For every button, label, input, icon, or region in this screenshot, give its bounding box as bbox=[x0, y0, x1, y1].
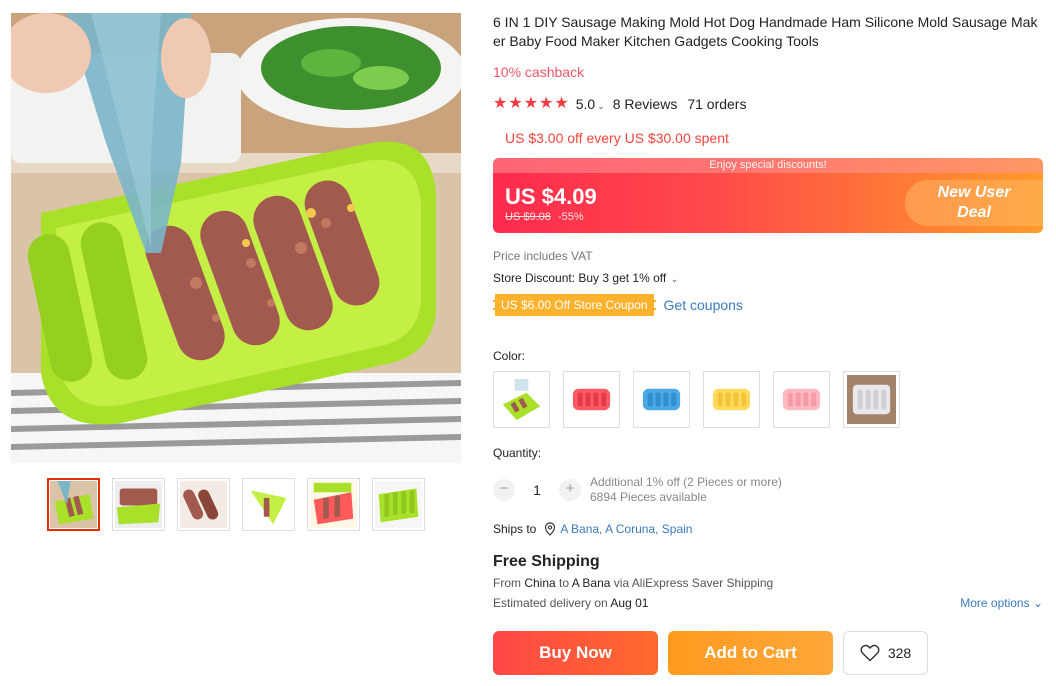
swatch-red[interactable] bbox=[563, 371, 620, 428]
price-banner: Enjoy special discounts! US $4.09 US $9.… bbox=[493, 158, 1043, 233]
color-swatches bbox=[493, 371, 900, 428]
star-icon: ★ bbox=[523, 95, 539, 112]
location-pin-icon bbox=[545, 522, 556, 536]
destination: A Bana bbox=[571, 576, 611, 590]
star-icon: ★ bbox=[508, 95, 523, 112]
star-icon: ★ bbox=[554, 95, 569, 112]
quantity-increase-button[interactable]: + bbox=[559, 479, 581, 501]
thumbnail-image bbox=[375, 481, 422, 528]
current-price: US $4.09 bbox=[505, 184, 597, 209]
shipping-location-link[interactable]: A Bana, A Coruna, Spain bbox=[560, 522, 692, 536]
chevron-down-icon: ⌄ bbox=[597, 101, 605, 111]
thumbnail-5[interactable] bbox=[307, 478, 360, 531]
orders-count: 71 orders bbox=[687, 96, 747, 112]
product-title: 6 IN 1 DIY Sausage Making Mold Hot Dog H… bbox=[493, 14, 1038, 49]
to-word: to bbox=[559, 576, 570, 590]
banner-caption: Enjoy special discounts! bbox=[493, 158, 1043, 173]
deal-line-1: New User bbox=[937, 184, 1011, 201]
rating-row: ★ ★ ★ ★ ★ 5.0 ⌄ 8 Reviews 71 orders bbox=[493, 96, 747, 113]
reviews-link[interactable]: 8 Reviews bbox=[613, 96, 678, 112]
quantity-decrease-button[interactable]: − bbox=[493, 479, 515, 501]
main-product-image[interactable] bbox=[11, 13, 461, 463]
estimated-delivery: Estimated delivery on Aug 01 bbox=[493, 596, 648, 610]
more-options-text: More options bbox=[960, 596, 1030, 610]
store-discount[interactable]: Store Discount: Buy 3 get 1% off ⌄ bbox=[493, 271, 678, 285]
buy-now-button[interactable]: Buy Now bbox=[493, 631, 658, 675]
thumbnail-6[interactable] bbox=[372, 478, 425, 531]
original-price: US $9.08 bbox=[505, 211, 551, 223]
thumbnail-strip bbox=[47, 478, 425, 531]
delivery-prefix: Estimated delivery on bbox=[493, 596, 608, 610]
swatch-pink[interactable] bbox=[773, 371, 830, 428]
swatch-blue[interactable] bbox=[633, 371, 690, 428]
thumbnail-image bbox=[245, 481, 292, 528]
chevron-down-icon: ⌄ bbox=[1032, 596, 1043, 610]
wishlist-button[interactable]: 328 bbox=[843, 631, 928, 675]
swatch-green[interactable] bbox=[493, 371, 550, 428]
rating-stars[interactable]: ★ ★ ★ ★ ★ bbox=[493, 96, 569, 112]
heart-icon bbox=[860, 644, 880, 662]
white-mold-image bbox=[847, 375, 896, 424]
stock-available: 6894 Pieces available bbox=[590, 490, 707, 504]
quantity-row: − + Additional 1% off (2 Pieces or more)… bbox=[493, 475, 782, 505]
thumbnail-image bbox=[50, 481, 97, 528]
get-coupons-link[interactable]: Get coupons bbox=[664, 297, 743, 313]
store-coupon-badge[interactable]: US $6.00 Off Store Coupon bbox=[493, 294, 656, 316]
pink-mold-image bbox=[777, 375, 826, 424]
thumbnail-2[interactable] bbox=[112, 478, 165, 531]
color-label: Color: bbox=[493, 349, 526, 363]
deal-line-2: Deal bbox=[957, 204, 991, 221]
add-to-cart-button[interactable]: Add to Cart bbox=[668, 631, 833, 675]
blue-mold-image bbox=[637, 375, 686, 424]
thumbnail-1[interactable] bbox=[47, 478, 100, 531]
thumbnail-image bbox=[115, 481, 162, 528]
wishlist-count: 328 bbox=[887, 645, 912, 661]
quantity-info: Additional 1% off (2 Pieces or more) 689… bbox=[590, 475, 782, 505]
quantity-input[interactable] bbox=[515, 481, 559, 499]
original-price-row: US $9.08 -55% bbox=[505, 211, 584, 223]
quantity-label: Quantity: bbox=[493, 446, 542, 460]
ships-to-row: Ships to A Bana, A Coruna, Spain bbox=[493, 522, 692, 536]
red-mold-image bbox=[567, 375, 616, 424]
discount-percent: -55% bbox=[557, 211, 584, 223]
origin-country: China bbox=[524, 576, 556, 590]
product-photo bbox=[11, 13, 461, 463]
rating-number: 5.0 bbox=[575, 96, 596, 112]
thumbnail-4[interactable] bbox=[242, 478, 295, 531]
ships-to-label: Ships to bbox=[493, 522, 537, 536]
vat-note: Price includes VAT bbox=[493, 249, 593, 263]
green-mold-image bbox=[497, 375, 546, 424]
more-shipping-options-link[interactable]: More options ⌄ bbox=[960, 596, 1043, 610]
swatch-white[interactable] bbox=[843, 371, 900, 428]
shipping-detail: From China to A Bana via AliExpress Save… bbox=[493, 576, 773, 590]
thumbnail-image bbox=[310, 481, 357, 528]
star-icon: ★ bbox=[493, 95, 508, 112]
shipping-method: via AliExpress Saver Shipping bbox=[613, 576, 774, 590]
from-prefix: From bbox=[493, 576, 521, 590]
star-icon: ★ bbox=[539, 95, 554, 112]
delivery-date: Aug 01 bbox=[610, 596, 649, 610]
swatch-yellow[interactable] bbox=[703, 371, 760, 428]
additional-discount-note: Additional 1% off (2 Pieces or more) bbox=[590, 475, 782, 489]
coupon-row: US $6.00 Off Store Coupon Get coupons bbox=[493, 294, 743, 316]
cashback-label: 10% cashback bbox=[493, 64, 585, 80]
thumbnail-image bbox=[180, 481, 227, 528]
action-buttons: Buy Now Add to Cart 328 bbox=[493, 631, 928, 675]
yellow-mold-image bbox=[707, 375, 756, 424]
free-shipping-heading: Free Shipping bbox=[493, 553, 600, 570]
new-user-deal-badge: New User Deal bbox=[905, 180, 1043, 226]
rating-value[interactable]: 5.0 ⌄ bbox=[576, 96, 605, 112]
chevron-down-icon: ⌄ bbox=[668, 274, 679, 284]
store-discount-text: Store Discount: Buy 3 get 1% off bbox=[493, 271, 667, 285]
store-promo-line: US $3.00 off every US $30.00 spent bbox=[505, 130, 729, 146]
thumbnail-3[interactable] bbox=[177, 478, 230, 531]
